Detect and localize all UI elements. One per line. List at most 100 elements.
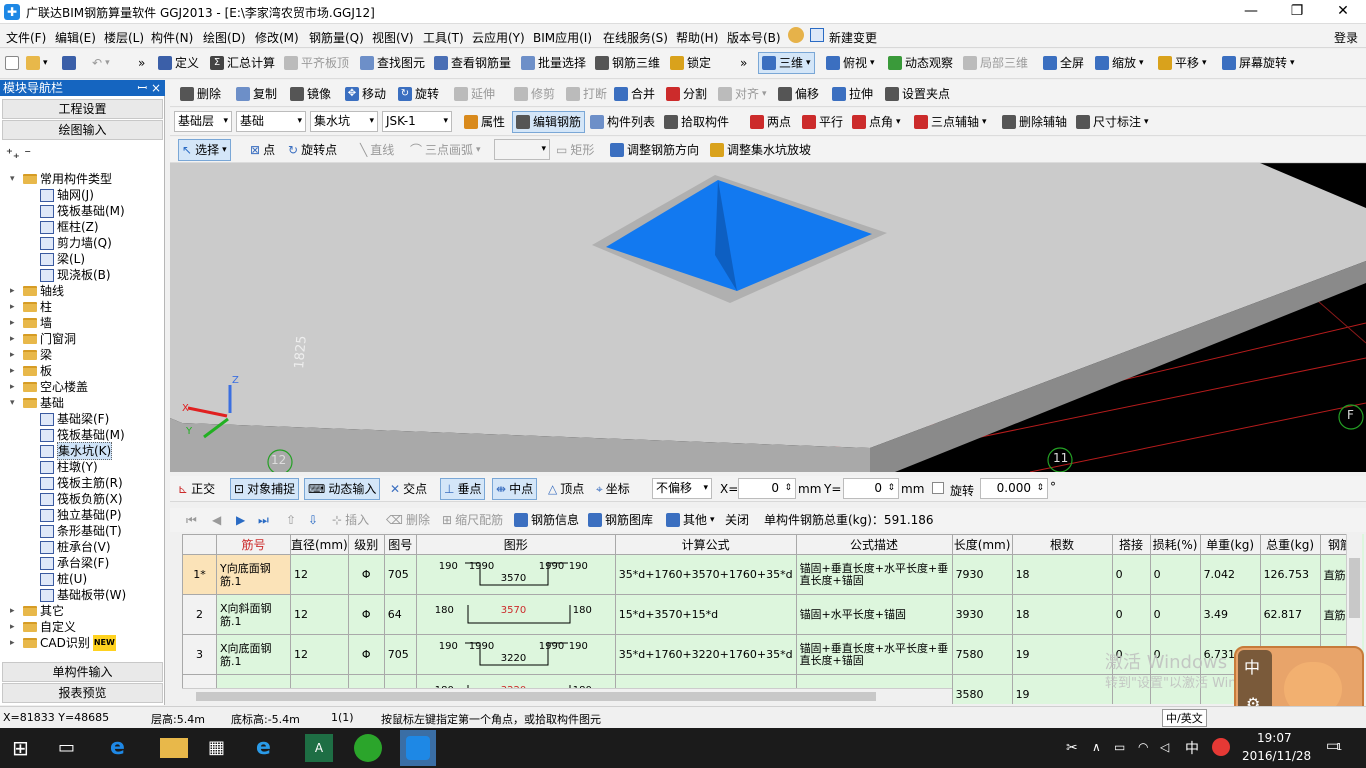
scissors-icon[interactable]: ✂ xyxy=(1066,740,1078,756)
ime-indicator[interactable]: 中 xyxy=(1185,738,1199,758)
name-cell[interactable]: Y向底面钢筋.1 xyxy=(216,554,291,595)
intersection-snap-toggle[interactable]: ✕ 交点 xyxy=(390,478,427,500)
col-header-total-weight[interactable]: 总重(kg) xyxy=(1259,534,1321,555)
menu-online[interactable]: 在线服务(S) xyxy=(603,29,668,46)
offset-mode-select[interactable]: 不偏移 ▾ xyxy=(652,478,712,499)
length-cell[interactable]: 7580 xyxy=(951,634,1013,675)
helmet-icon[interactable] xyxy=(788,27,804,43)
extend-button[interactable]: 延伸 xyxy=(454,83,495,105)
description-cell[interactable]: 锚固+垂直长度+水平长度+垂直长度+锚固 xyxy=(795,634,953,675)
length-cell[interactable]: 3580 xyxy=(951,674,1013,704)
grade-cell[interactable]: Φ xyxy=(347,634,385,675)
tree-item[interactable]: ▸ CAD识别 NEW xyxy=(10,635,116,651)
menu-draw[interactable]: 绘图(D) xyxy=(203,29,246,46)
menu-tools[interactable]: 工具(T) xyxy=(423,29,464,46)
move-button[interactable]: ✥ 移动 xyxy=(345,83,386,105)
menu-version[interactable]: 版本号(B) xyxy=(727,29,781,46)
close-rebar-button[interactable]: 关闭 xyxy=(725,509,749,531)
col-header-length[interactable]: 长度(mm) xyxy=(951,534,1013,555)
tree-item[interactable]: 集水坑(K) xyxy=(40,442,113,460)
tree-item[interactable]: 筏板基础(M) xyxy=(40,427,125,443)
dynamic-input-toggle[interactable]: ⌨ 动态输入 xyxy=(304,478,381,500)
minimize-button[interactable]: — xyxy=(1228,0,1274,24)
report-preview-button[interactable]: 报表预览 xyxy=(2,683,163,703)
diameter-cell[interactable]: 12 xyxy=(290,554,349,595)
expand-icon[interactable]: ▸ xyxy=(10,347,20,363)
col-header-name[interactable]: 筋号 xyxy=(216,534,291,555)
maximize-button[interactable]: ❐ xyxy=(1274,0,1320,24)
wechat-icon[interactable] xyxy=(354,734,382,762)
edit-rebar-button[interactable]: 编辑钢筋 xyxy=(512,111,586,133)
shape-cell[interactable]: 180 3570 180 xyxy=(415,594,616,635)
unit-weight-cell[interactable]: 3.49 xyxy=(1199,594,1261,635)
point-angle-dropdown[interactable]: 点角 ▾ xyxy=(852,111,901,133)
length-cell[interactable]: 7930 xyxy=(951,554,1013,595)
properties-button[interactable]: 属性 xyxy=(464,111,505,133)
count-cell[interactable]: 19 xyxy=(1011,674,1113,704)
rebar-3d-button[interactable]: 钢筋三维 xyxy=(595,52,660,74)
tree-item[interactable]: 筏板主筋(R) xyxy=(40,475,123,491)
tree-item[interactable]: 独立基础(P) xyxy=(40,507,122,523)
tree-item[interactable]: ▸ 墙 xyxy=(10,315,52,331)
windows-start-icon[interactable]: ⊞ xyxy=(12,734,40,762)
tree-item[interactable]: 筏板基础(M) xyxy=(40,203,125,219)
perpendicular-snap-toggle[interactable]: ⊥ 垂点 xyxy=(440,478,486,500)
tree-item[interactable]: 框柱(Z) xyxy=(40,219,99,235)
undo-icon[interactable]: ↶ ▾ xyxy=(92,52,110,74)
y-offset-input[interactable]: 0 ⇕ xyxy=(843,478,899,499)
table-row[interactable]: 2 X向斜面钢筋.1 12 Φ 64 180 3570 180 15*d+3570+15*d 锚固… xyxy=(182,594,1361,635)
mirror-button[interactable]: 镜像 xyxy=(290,83,331,105)
pick-component-button[interactable]: 拾取构件 xyxy=(664,111,729,133)
network-icon[interactable]: ▭ xyxy=(1114,740,1125,754)
loss-cell[interactable]: 0 xyxy=(1149,594,1201,635)
delete-axis-button[interactable]: 删除辅轴 xyxy=(1002,111,1067,133)
dynamic-orbit-button[interactable]: 动态观察 xyxy=(888,52,953,74)
diameter-cell[interactable]: 12 xyxy=(290,594,349,635)
count-cell[interactable]: 18 xyxy=(1011,594,1113,635)
menu-floor[interactable]: 楼层(L) xyxy=(104,29,144,46)
tree-item[interactable]: 柱墩(Y) xyxy=(40,459,98,475)
category-select[interactable]: 基础 ▾ xyxy=(236,111,306,132)
formula-cell[interactable]: 35*d+1760+3220+1760+35*d xyxy=(614,634,797,675)
other-dropdown[interactable]: 其他 ▾ xyxy=(666,509,715,531)
offset-button[interactable]: 偏移 xyxy=(778,83,819,105)
figure-cell[interactable]: 705 xyxy=(383,634,417,675)
col-header-unit-weight[interactable]: 单重(kg) xyxy=(1199,534,1261,555)
col-header-diameter[interactable]: 直径(mm) xyxy=(290,534,349,555)
figure-cell[interactable]: 64 xyxy=(383,594,417,635)
rotate-checkbox[interactable] xyxy=(932,482,944,494)
fullscreen-button[interactable]: 全屏 xyxy=(1043,52,1084,74)
find-element-button[interactable]: 查找图元 xyxy=(360,52,425,74)
task-view-icon[interactable]: ▭ xyxy=(58,734,86,762)
more-icon[interactable]: » xyxy=(138,52,145,74)
tree-item[interactable]: ▸ 轴线 xyxy=(10,283,64,299)
menu-view[interactable]: 视图(V) xyxy=(372,29,414,46)
ortho-toggle[interactable]: ⊾ 正交 xyxy=(178,478,215,500)
component-list-button[interactable]: 构件列表 xyxy=(590,111,655,133)
rotate-button[interactable]: ↻ 旋转 xyxy=(398,83,439,105)
tree-item[interactable]: ▾ 常用构件类型 xyxy=(10,171,112,187)
first-record-icon[interactable]: ⏮ xyxy=(186,509,197,531)
tree-item[interactable]: ▸ 其它 xyxy=(10,603,64,619)
expand-icon[interactable]: ▸ xyxy=(10,635,20,651)
tree-item[interactable]: 现浇板(B) xyxy=(40,267,111,283)
three-point-arc-dropdown[interactable]: ⌒ 三点画弧 ▾ xyxy=(410,139,481,161)
figure-cell[interactable]: 705 xyxy=(383,554,417,595)
count-cell[interactable]: 19 xyxy=(1011,634,1113,675)
unit-weight-cell[interactable]: 7.042 xyxy=(1199,554,1261,595)
sogou-icon[interactable] xyxy=(1212,738,1230,756)
single-component-input-button[interactable]: 单构件输入 xyxy=(2,662,163,682)
excel-icon[interactable]: A xyxy=(305,734,333,762)
copy-button[interactable]: 复制 xyxy=(236,83,277,105)
tree-item[interactable]: 条形基础(T) xyxy=(40,523,122,539)
collapse-icon[interactable]: ▾ xyxy=(10,395,20,411)
point-button[interactable]: ⊠ 点 xyxy=(250,139,275,161)
menu-bim[interactable]: BIM应用(I) xyxy=(533,29,592,46)
open-file-icon[interactable]: ▾ xyxy=(26,52,48,74)
shape-cell[interactable]: 190 1990 3570 1990 190 xyxy=(415,554,616,595)
volume-icon[interactable]: ◁ xyxy=(1160,740,1169,754)
total-weight-cell[interactable]: 62.817 xyxy=(1259,594,1321,635)
summary-calc-button[interactable]: Σ 汇总计算 xyxy=(210,52,275,74)
collapse-icon[interactable]: ▾ xyxy=(10,171,20,187)
glodon-app-icon[interactable]: ✚ xyxy=(4,4,20,20)
